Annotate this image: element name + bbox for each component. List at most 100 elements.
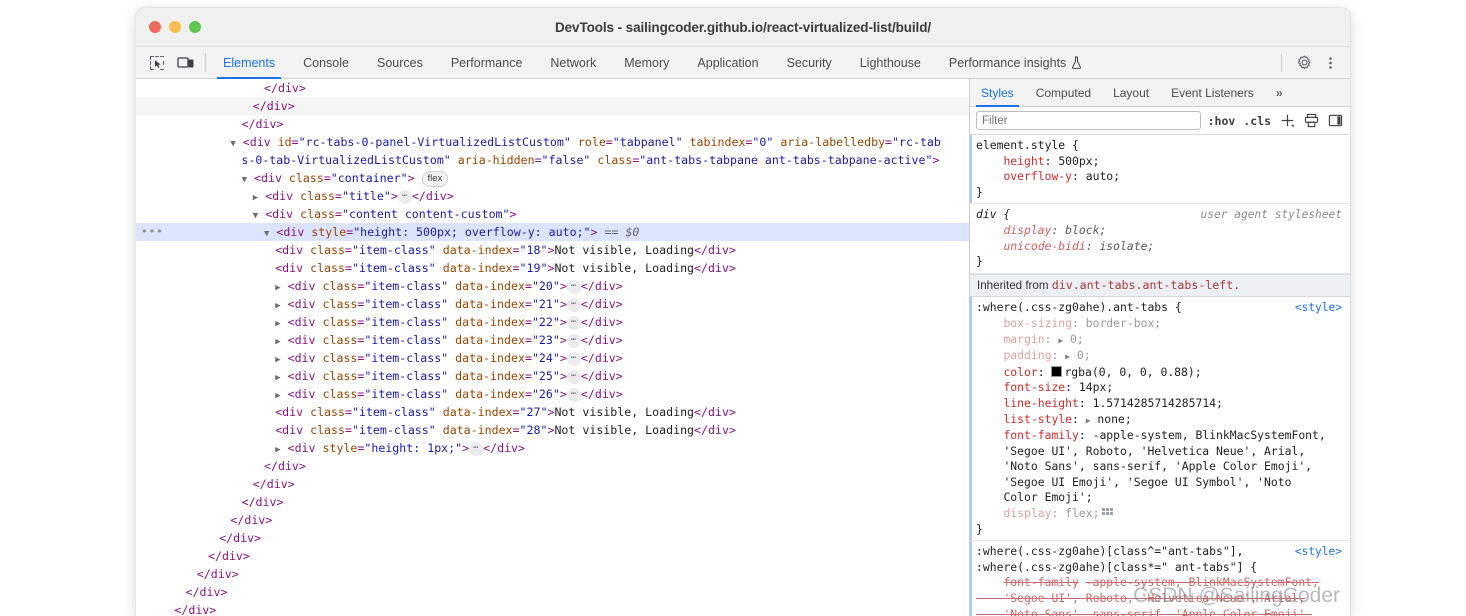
dom-row[interactable]: ▼ <div id="rc-tabs-0-panel-VirtualizedLi… [136, 133, 969, 151]
toggle-sidebar-icon[interactable] [1326, 112, 1344, 130]
css-property[interactable]: color [1003, 365, 1037, 379]
css-value[interactable]: isolate; [1099, 239, 1154, 253]
dom-row[interactable]: </div> [136, 529, 969, 547]
dom-row[interactable]: </div> [136, 97, 969, 115]
expand-toggle-icon[interactable]: ▶ [275, 337, 280, 347]
dom-row[interactable]: ▶ <div style="height: 1px;"> ⋯ </div> [136, 439, 969, 457]
css-declaration[interactable]: box-sizing: border-box; [976, 316, 1350, 332]
dom-row[interactable]: </div> [136, 511, 969, 529]
css-value[interactable]: rgba(0, 0, 0, 0.88); [1064, 365, 1201, 379]
dom-row[interactable]: </div> [136, 547, 969, 565]
css-rule-origin[interactable]: <style> [1295, 300, 1342, 316]
flex-badge[interactable]: flex [421, 171, 449, 187]
css-declaration[interactable]: display: flex; [976, 506, 1350, 522]
css-rule[interactable]: <style>:where(.css-zg0ahe)[class^="ant-t… [970, 541, 1350, 616]
dom-row[interactable]: <div class="item-class" data-index="28">… [136, 421, 969, 439]
css-value[interactable]: auto; [1086, 169, 1120, 183]
css-rule[interactable]: <style>:where(.css-zg0ahe).ant-tabs { bo… [970, 297, 1350, 542]
plus-icon[interactable] [1278, 112, 1296, 130]
collapsed-children-badge[interactable]: ⋯ [566, 334, 581, 348]
dom-row[interactable]: </div> [136, 457, 969, 475]
toggle-element-classes-button[interactable]: .cls [1242, 114, 1272, 128]
css-property[interactable]: font-family [1003, 575, 1078, 589]
expand-toggle-icon[interactable]: ▶ [275, 283, 280, 293]
css-property[interactable]: line-height [1003, 396, 1078, 410]
css-value[interactable]: 1.5714285714285714; [1093, 396, 1223, 410]
css-value[interactable]: 0; [1077, 348, 1091, 362]
dom-row[interactable]: <div class="item-class" data-index="27">… [136, 403, 969, 421]
css-declaration[interactable]: line-height: 1.5714285714285714; [976, 396, 1350, 412]
css-rule[interactable]: user agent stylesheet div { display: bloc… [970, 204, 1350, 274]
tab-performance-insights[interactable]: Performance insights [935, 47, 1096, 78]
expand-shorthand-icon[interactable]: ▶ [1065, 352, 1070, 361]
dom-row[interactable]: ▶ <div class="item-class" data-index="23… [136, 331, 969, 349]
tab-event-listeners[interactable]: Event Listeners [1160, 79, 1265, 106]
collapsed-children-badge[interactable]: ⋯ [566, 298, 581, 312]
css-property[interactable]: font-size [1003, 380, 1065, 394]
minimize-window-icon[interactable] [169, 21, 181, 33]
css-value[interactable]: border-box; [1086, 316, 1161, 330]
css-property[interactable]: display [1003, 223, 1051, 237]
css-rule[interactable]: element.style { height: 500px; overflow-… [970, 135, 1350, 205]
expand-shorthand-icon[interactable]: ▶ [1086, 416, 1091, 425]
more-styles-tabs-icon[interactable]: » [1265, 79, 1293, 106]
settings-gear-icon[interactable] [1293, 52, 1315, 74]
tab-layout[interactable]: Layout [1102, 79, 1160, 106]
dom-row-continuation[interactable]: s-0-tab-VirtualizedListCustom" aria-hidd… [136, 151, 969, 169]
dom-row[interactable]: ▶ <div class="item-class" data-index="24… [136, 349, 969, 367]
css-declaration[interactable]: color: rgba(0, 0, 0, 0.88); [976, 365, 1350, 381]
css-value[interactable]: flex; [1065, 506, 1099, 520]
expand-toggle-icon[interactable]: ▼ [264, 229, 269, 239]
css-declaration[interactable]: font-family: -apple-system, BlinkMacSyst… [976, 428, 1350, 506]
dom-row[interactable]: ▼ <div class="content content-custom"> [136, 205, 969, 223]
dom-row[interactable]: ▼ <div class="container"> flex [136, 169, 969, 187]
dom-row[interactable]: ▶ <div class="item-class" data-index="20… [136, 277, 969, 295]
expand-toggle-icon[interactable]: ▼ [230, 139, 235, 149]
flex-editor-icon[interactable] [1102, 508, 1114, 519]
tab-console[interactable]: Console [289, 47, 363, 78]
css-rule-origin[interactable]: <style> [1295, 544, 1342, 560]
dom-row[interactable]: </div> [136, 493, 969, 511]
tab-sources[interactable]: Sources [363, 47, 437, 78]
zoom-window-icon[interactable] [189, 21, 201, 33]
css-property[interactable]: box-sizing [1003, 316, 1072, 330]
css-declaration[interactable]: display: block; [976, 223, 1350, 239]
css-value[interactable]: 500px; [1058, 154, 1099, 168]
css-declaration[interactable]: padding: ▶ 0; [976, 348, 1350, 365]
collapsed-children-badge[interactable]: ⋯ [566, 352, 581, 366]
collapsed-children-badge[interactable]: ⋯ [566, 388, 581, 402]
expand-toggle-icon[interactable]: ▶ [275, 391, 280, 401]
css-declaration[interactable]: font-family -apple-system, BlinkMacSyste… [976, 575, 1350, 616]
collapsed-children-badge[interactable]: ⋯ [566, 370, 581, 384]
css-declaration[interactable]: unicode-bidi: isolate; [976, 239, 1350, 255]
tab-application[interactable]: Application [683, 47, 772, 78]
toggle-pseudo-states-button[interactable]: :hov [1207, 114, 1237, 128]
expand-toggle-icon[interactable]: ▶ [253, 193, 258, 203]
styles-filter-input[interactable] [976, 111, 1201, 130]
close-window-icon[interactable] [149, 21, 161, 33]
device-toolbar-icon[interactable] [176, 53, 196, 73]
tab-computed[interactable]: Computed [1025, 79, 1102, 106]
expand-toggle-icon[interactable]: ▶ [275, 373, 280, 383]
collapsed-children-badge[interactable]: ⋯ [566, 316, 581, 330]
inherited-from-selector[interactable]: div.ant-tabs.ant-tabs-left. [1052, 278, 1240, 292]
css-property[interactable]: overflow-y [1003, 169, 1072, 183]
tab-lighthouse[interactable]: Lighthouse [846, 47, 935, 78]
row-overflow-dots[interactable]: ••• [141, 223, 164, 241]
dom-tree[interactable]: </div> </div> </div> ▼ <div id="rc-tabs-0-p… [136, 79, 969, 616]
css-declaration[interactable]: height: 500px; [976, 154, 1350, 170]
tab-performance[interactable]: Performance [437, 47, 537, 78]
tab-security[interactable]: Security [773, 47, 846, 78]
css-value[interactable]: block; [1065, 223, 1106, 237]
expand-toggle-icon[interactable]: ▶ [275, 301, 280, 311]
expand-toggle-icon[interactable]: ▶ [275, 319, 280, 329]
color-swatch[interactable] [1051, 365, 1063, 377]
inspect-element-icon[interactable] [147, 53, 167, 73]
elements-tree-pane[interactable]: </div> </div> </div> ▼ <div id="rc-tabs-0-p… [136, 79, 969, 616]
dom-row[interactable]: ▶ <div class="item-class" data-index="22… [136, 313, 969, 331]
styles-rules-list[interactable]: element.style { height: 500px; overflow-… [970, 135, 1350, 616]
tab-memory[interactable]: Memory [610, 47, 683, 78]
dom-row[interactable]: <div class="item-class" data-index="18">… [136, 241, 969, 259]
expand-toggle-icon[interactable]: ▼ [253, 211, 258, 221]
css-declaration[interactable]: list-style: ▶ none; [976, 412, 1350, 429]
